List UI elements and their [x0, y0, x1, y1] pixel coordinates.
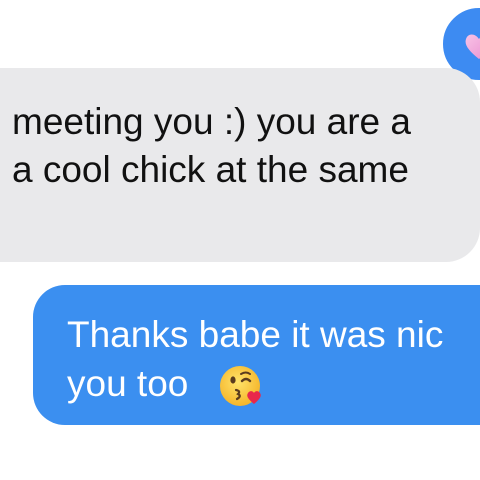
heart-icon	[465, 34, 480, 59]
sent-message-line-2: you too	[67, 363, 189, 404]
chat-screen: meeting you :) you are a a cool chick at…	[0, 0, 480, 480]
received-message-line-2: a cool chick at the same	[12, 149, 409, 190]
face-blowing-a-kiss-icon	[220, 366, 261, 406]
received-message-line-1: meeting you :) you are a	[12, 101, 411, 142]
sent-message-line-1: Thanks babe it was nic	[67, 314, 444, 355]
